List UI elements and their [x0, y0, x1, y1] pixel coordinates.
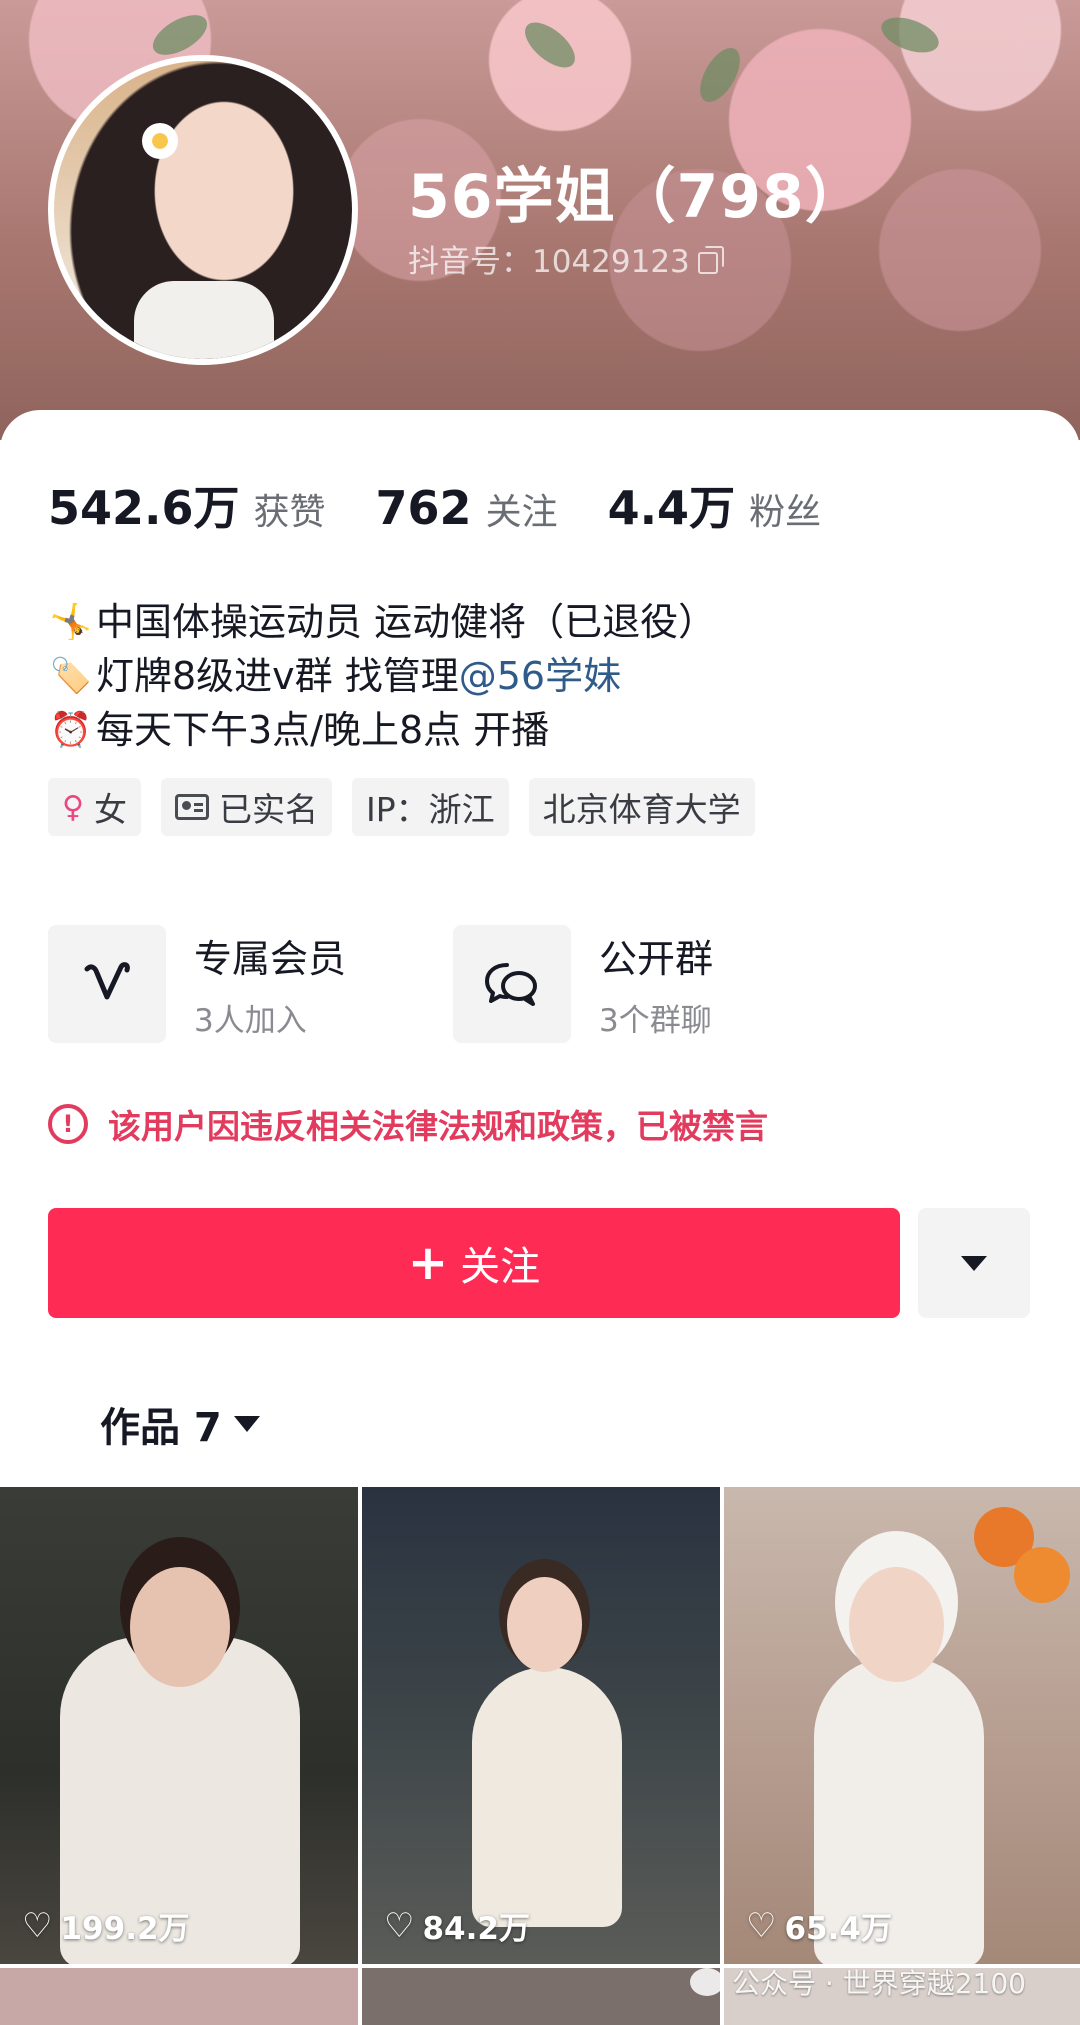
mention-link[interactable]: @56学妹: [459, 649, 621, 703]
cover-leaf: [692, 41, 748, 109]
stats-row: 542.6万 获赞 762 关注 4.4万 粉丝: [48, 472, 871, 538]
female-icon: ♀: [62, 789, 84, 825]
stat-following-value: 762: [375, 481, 472, 535]
profile-card: 542.6万 获赞 762 关注 4.4万 粉丝 🤸 中国体操运动员 运动健将（…: [0, 410, 1080, 1480]
service-membership[interactable]: 专属会员 3人加入: [48, 925, 453, 1043]
video-likes-count: 65.4万: [784, 1911, 892, 1947]
more-options-button[interactable]: [918, 1208, 1030, 1318]
video-thumbnail[interactable]: ♡ 65.4万: [724, 1487, 1080, 1964]
video-grid: ♡ 199.2万 ♡ 84.2万 ♡ 65.4万: [0, 1487, 1080, 2025]
tag-gender-label: 女: [93, 790, 127, 829]
tag-school[interactable]: 北京体育大学: [528, 778, 755, 836]
stat-following[interactable]: 762 关注: [376, 481, 558, 535]
cover-leaf: [517, 14, 583, 76]
heart-icon: ♡: [384, 1905, 415, 1946]
stat-followers[interactable]: 4.4万 粉丝: [608, 472, 822, 538]
thumb-head: [130, 1567, 230, 1687]
chat-bubbles-icon: [453, 925, 571, 1043]
caret-down-icon: [233, 1416, 260, 1432]
bio: 🤸 中国体操运动员 运动健将（已退役） 🏷️ 灯牌8级进v群 找管理 @56学妹…: [48, 595, 716, 757]
video-thumbnail[interactable]: ♡ 84.2万: [362, 1487, 720, 1964]
mute-warning: ! 该用户因违反相关法律法规和政策，已被禁言: [48, 1100, 768, 1148]
avatar-shirt: [134, 281, 274, 359]
bio-line: 🏷️ 灯牌8级进v群 找管理 @56学妹: [48, 649, 716, 703]
service-title: 公开群: [599, 937, 714, 981]
tab-works-label: 作品 7: [100, 1405, 222, 1451]
thumb-head: [849, 1567, 944, 1682]
watermark: 公众号 · 世界穿越2100: [690, 1962, 1026, 2002]
id-card-icon: [174, 794, 209, 820]
video-likes: ♡ 84.2万: [384, 1903, 530, 1948]
video-thumbnail[interactable]: [0, 1968, 358, 2025]
tag-ip: IP：浙江: [351, 778, 509, 836]
douyin-id[interactable]: 抖音号：10429123: [408, 236, 724, 281]
service-public-group[interactable]: 公开群 3个群聊: [453, 925, 858, 1043]
services-row: 专属会员 3人加入 公开群 3个群聊: [48, 925, 858, 1043]
thumb-figure: [472, 1667, 622, 1927]
stat-likes[interactable]: 542.6万 获赞: [48, 472, 326, 538]
heart-icon: ♡: [746, 1905, 777, 1946]
copy-icon[interactable]: [697, 245, 724, 274]
follow-button-label: 关注: [460, 1244, 541, 1290]
service-title: 专属会员: [194, 937, 347, 981]
bio-text: 每天下午3点/晚上8点 开播: [96, 708, 550, 752]
mute-warning-text: 该用户因违反相关法律法规和政策，已被禁言: [108, 1107, 768, 1146]
hair-flower: [142, 123, 178, 159]
video-thumbnail[interactable]: [362, 1968, 720, 2025]
label-tag-emoji-icon: 🏷️: [49, 656, 93, 696]
service-subtitle: 3人加入: [194, 1003, 307, 1039]
video-likes-count: 84.2万: [422, 1911, 530, 1947]
profile-tags: ♀ 女 已实名 IP：浙江 北京体育大学: [48, 778, 755, 836]
tag-school-label: 北京体育大学: [542, 790, 741, 829]
video-likes: ♡ 199.2万: [22, 1903, 190, 1948]
video-thumbnail[interactable]: ♡ 199.2万: [0, 1487, 358, 1964]
douyin-id-text: 抖音号：10429123: [408, 244, 690, 280]
thumb-balloon: [1014, 1547, 1070, 1603]
avatar[interactable]: [48, 55, 358, 365]
tag-verified-label: 已实名: [218, 790, 318, 829]
stat-following-label: 关注: [485, 492, 558, 533]
stat-followers-label: 粉丝: [749, 492, 822, 533]
bio-text: 灯牌8级进v群 找管理: [96, 654, 459, 698]
tag-verified: 已实名: [160, 778, 332, 836]
vip-v-icon: [48, 925, 166, 1043]
watermark-text: 公众号 · 世界穿越2100: [732, 1967, 1026, 2000]
gymnast-emoji-icon: 🤸: [49, 602, 93, 642]
follow-row: + 关注: [48, 1208, 1030, 1318]
heart-icon: ♡: [22, 1905, 53, 1946]
profile-name: 56学姐（798）: [408, 162, 866, 232]
wechat-icon: [690, 1968, 724, 1996]
bio-line: ⏰ 每天下午3点/晚上8点 开播: [48, 703, 716, 757]
tab-works[interactable]: 作品 7: [100, 1395, 260, 1453]
bio-line: 🤸 中国体操运动员 运动健将（已退役）: [48, 595, 716, 649]
follow-button[interactable]: + 关注: [48, 1208, 900, 1318]
tag-ip-label: IP：浙江: [365, 790, 495, 829]
stat-followers-value: 4.4万: [607, 481, 736, 535]
video-likes: ♡ 65.4万: [746, 1903, 892, 1948]
service-subtitle: 3个群聊: [599, 1003, 712, 1039]
exclamation-circle-icon: !: [48, 1104, 88, 1144]
video-likes-count: 199.2万: [60, 1911, 190, 1947]
cover-leaf: [876, 10, 944, 60]
thumb-head: [507, 1577, 582, 1672]
stat-likes-value: 542.6万: [48, 481, 240, 535]
plus-icon: +: [407, 1235, 449, 1291]
alarm-clock-emoji-icon: ⏰: [49, 710, 93, 750]
stat-likes-label: 获赞: [253, 492, 326, 533]
bio-text: 中国体操运动员 运动健将（已退役）: [96, 600, 717, 644]
tag-gender: ♀ 女: [48, 778, 141, 836]
caret-down-icon: [961, 1255, 987, 1271]
